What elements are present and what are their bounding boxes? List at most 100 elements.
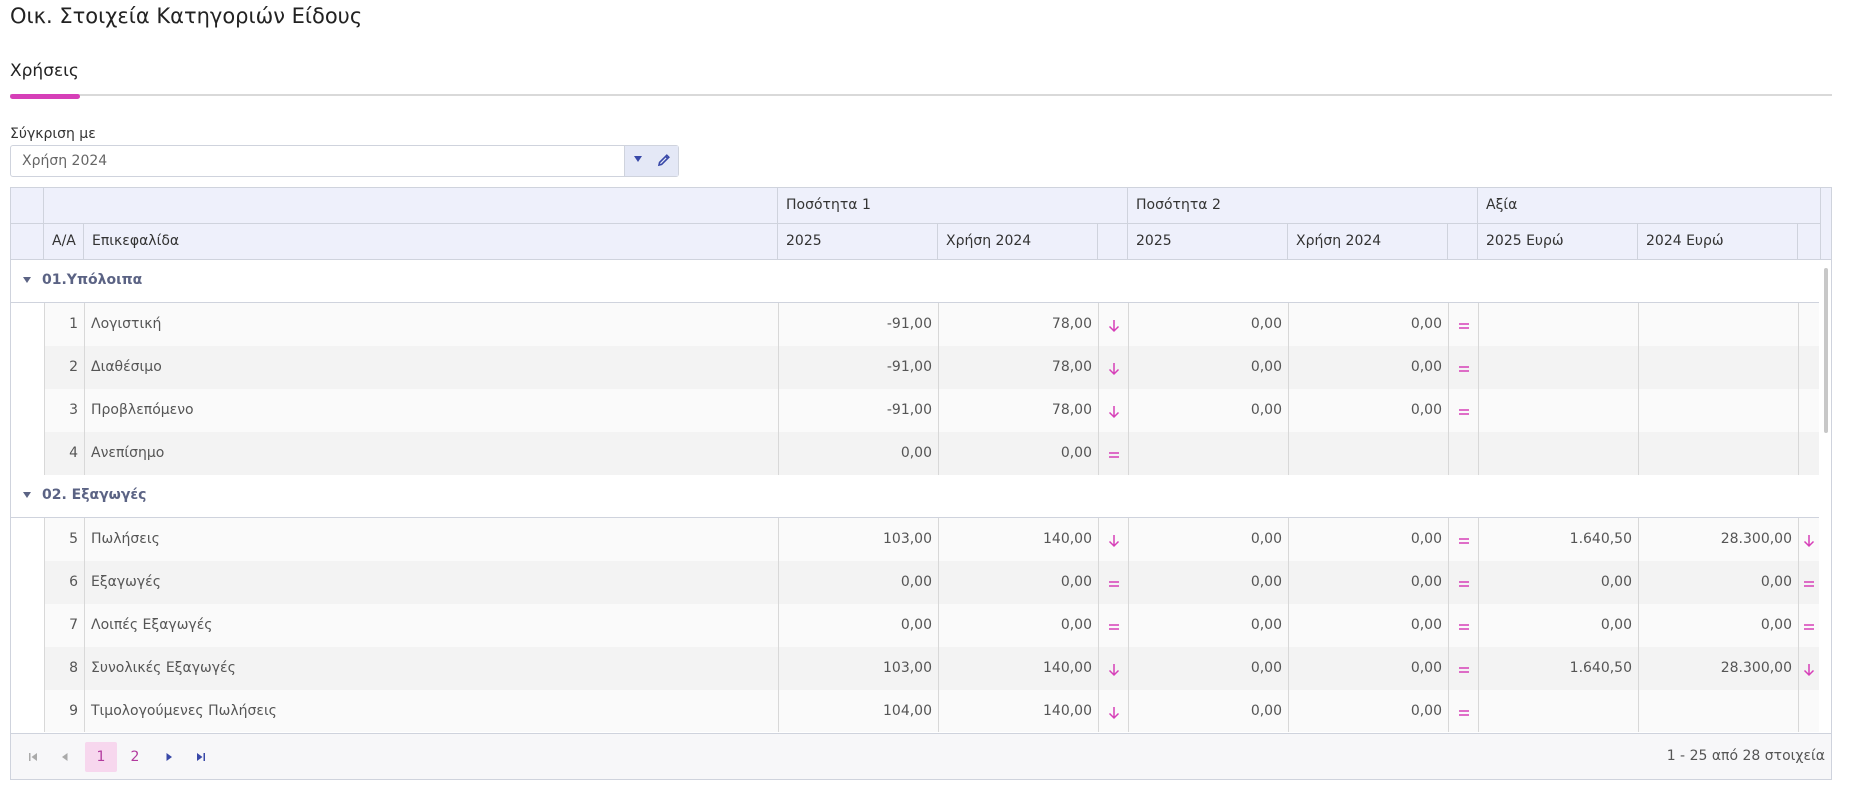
row-q1-trend <box>1098 690 1128 732</box>
row-q1-trend <box>1098 432 1128 475</box>
scrollbar-thumb[interactable] <box>1824 268 1828 433</box>
table-row[interactable]: 9 Τιμολογούμενες Πωλήσεις 104,00 140,00 0,00… <box>11 690 1819 732</box>
group-collapse-icon[interactable] <box>23 492 31 498</box>
row-q1-cur: -91,00 <box>778 303 938 346</box>
row-q1-trend <box>1098 303 1128 346</box>
col-header-q2-ind <box>1448 224 1478 260</box>
active-tab-indicator <box>10 94 80 99</box>
group-label: 01.Υπόλοιπα <box>42 272 143 288</box>
chevron-down-icon[interactable] <box>634 156 642 162</box>
row-q2-prev: 0,00 <box>1288 346 1448 389</box>
row-heading: Διαθέσιμο <box>84 346 778 389</box>
col-header-v-prev[interactable]: 2024 Ευρώ <box>1638 224 1798 260</box>
row-q1-trend <box>1098 518 1128 561</box>
col-header-q2-prev[interactable]: Χρήση 2024 <box>1288 224 1448 260</box>
col-header-q1-cur[interactable]: 2025 <box>778 224 938 260</box>
row-q2-prev: 0,00 <box>1288 561 1448 604</box>
edit-pencil-icon[interactable] <box>656 152 672 168</box>
table-row[interactable]: 3 Προβλεπόμενο -91,00 78,00 0,00 0,00 <box>11 389 1819 432</box>
row-gutter <box>11 518 44 561</box>
row-q2-cur: 0,00 <box>1128 303 1288 346</box>
row-heading: Προβλεπόμενο <box>84 389 778 432</box>
row-v-prev: 0,00 <box>1638 561 1798 604</box>
trend-down-icon <box>1108 405 1119 418</box>
group-label: 02. Εξαγωγές <box>42 487 147 503</box>
row-gutter <box>11 432 44 475</box>
pager-info: 1 - 25 από 28 στοιχεία <box>1666 748 1825 764</box>
grid-scrollbar[interactable] <box>1821 260 1831 732</box>
col-header-v-cur[interactable]: 2025 Ευρώ <box>1478 224 1638 260</box>
col-header-q1-prev[interactable]: Χρήση 2024 <box>938 224 1098 260</box>
row-v-cur <box>1478 346 1638 389</box>
row-q1-trend <box>1098 346 1128 389</box>
row-v-prev <box>1638 432 1798 475</box>
row-q1-prev: 78,00 <box>938 389 1098 432</box>
row-v-trend <box>1798 690 1819 732</box>
row-q1-prev: 0,00 <box>938 604 1098 647</box>
last-page-button[interactable] <box>185 742 217 772</box>
row-q1-trend <box>1098 647 1128 690</box>
group-collapse-icon[interactable] <box>23 277 31 283</box>
col-header-aa[interactable]: Α/Α <box>44 224 84 260</box>
row-q2-cur: 0,00 <box>1128 647 1288 690</box>
row-q2-cur: 0,00 <box>1128 346 1288 389</box>
row-q2-prev: 0,00 <box>1288 604 1448 647</box>
row-q2-cur: 0,00 <box>1128 518 1288 561</box>
row-q1-cur: -91,00 <box>778 389 938 432</box>
tab-xriseis[interactable]: Χρήσεις <box>10 58 80 99</box>
row-gutter <box>11 604 44 647</box>
row-q2-prev: 0,00 <box>1288 690 1448 732</box>
row-q1-prev: 78,00 <box>938 346 1098 389</box>
compare-selected-value: Χρήση 2024 <box>22 153 108 169</box>
grid-body: 01.Υπόλοιπα 1 Λογιστική -91,00 78,00 0,00 0,00… <box>11 260 1819 732</box>
page-button-2[interactable]: 2 <box>119 742 151 772</box>
table-row[interactable]: 2 Διαθέσιμο -91,00 78,00 0,00 0,00 <box>11 346 1819 389</box>
table-row[interactable]: 7 Λοιπές Εξαγωγές 0,00 0,00 0,00 0,00 0,00 0,00 <box>11 604 1819 647</box>
row-q1-cur: 104,00 <box>778 690 938 732</box>
row-v-cur: 0,00 <box>1478 604 1638 647</box>
row-q2-trend <box>1448 432 1478 475</box>
row-v-prev: 0,00 <box>1638 604 1798 647</box>
group-header-value: Αξία <box>1478 188 1821 224</box>
table-row[interactable]: 4 Ανεπίσημο 0,00 0,00 <box>11 432 1819 475</box>
row-q2-cur: 0,00 <box>1128 690 1288 732</box>
row-q1-cur: 103,00 <box>778 647 938 690</box>
row-q2-trend <box>1448 561 1478 604</box>
table-row[interactable]: 6 Εξαγωγές 0,00 0,00 0,00 0,00 0,00 0,00 <box>11 561 1819 604</box>
row-q2-prev: 0,00 <box>1288 303 1448 346</box>
row-aa: 7 <box>44 604 84 647</box>
row-q1-trend <box>1098 604 1128 647</box>
trend-down-icon <box>1108 706 1119 719</box>
next-page-button[interactable] <box>153 742 185 772</box>
group-row[interactable]: 02. Εξαγωγές <box>11 475 1819 518</box>
compare-select[interactable]: Χρήση 2024 <box>10 145 679 177</box>
group-row[interactable]: 01.Υπόλοιπα <box>11 260 1819 303</box>
row-q2-cur: 0,00 <box>1128 389 1288 432</box>
trend-equal-icon <box>1458 537 1469 544</box>
row-aa: 1 <box>44 303 84 346</box>
table-row[interactable]: 8 Συνολικές Εξαγωγές 103,00 140,00 0,00 0,00 1… <box>11 647 1819 690</box>
row-q2-trend <box>1448 647 1478 690</box>
first-page-button[interactable] <box>17 742 49 772</box>
group-header-q1: Ποσότητα 1 <box>778 188 1128 224</box>
trend-equal-icon <box>1458 365 1469 372</box>
table-row[interactable]: 5 Πωλήσεις 103,00 140,00 0,00 0,00 1.640,50 28.… <box>11 518 1819 561</box>
row-v-cur: 1.640,50 <box>1478 518 1638 561</box>
col-header-q2-cur[interactable]: 2025 <box>1128 224 1288 260</box>
prev-page-icon <box>62 753 68 761</box>
table-row[interactable]: 1 Λογιστική -91,00 78,00 0,00 0,00 <box>11 303 1819 346</box>
trend-down-icon <box>1108 319 1119 332</box>
page-button-1[interactable]: 1 <box>85 742 117 772</box>
row-q2-prev <box>1288 432 1448 475</box>
row-q1-cur: 0,00 <box>778 432 938 475</box>
row-v-trend <box>1798 561 1819 604</box>
header-spacer <box>44 188 778 224</box>
col-header-heading[interactable]: Επικεφαλίδα <box>84 224 778 260</box>
row-v-trend <box>1798 389 1819 432</box>
trend-down-icon <box>1803 663 1815 676</box>
row-heading: Πωλήσεις <box>84 518 778 561</box>
prev-page-button[interactable] <box>49 742 81 772</box>
row-aa: 6 <box>44 561 84 604</box>
row-q1-prev: 140,00 <box>938 518 1098 561</box>
trend-equal-icon <box>1108 580 1119 587</box>
